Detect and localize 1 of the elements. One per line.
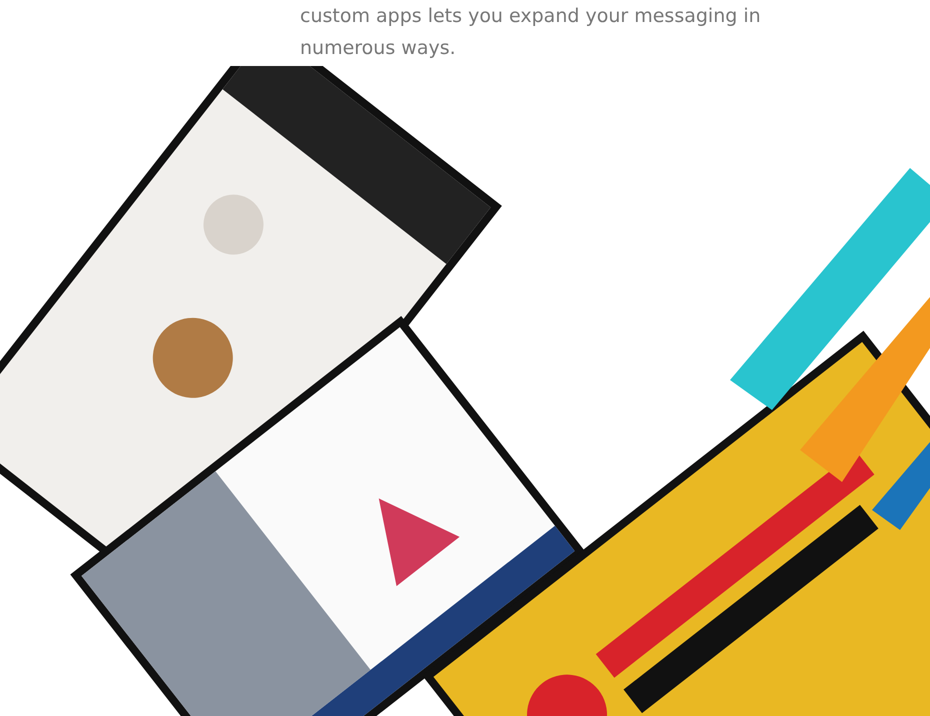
intro-paragraph: custom apps lets you expand your messaging in numerous ways. xyxy=(299,4,762,61)
